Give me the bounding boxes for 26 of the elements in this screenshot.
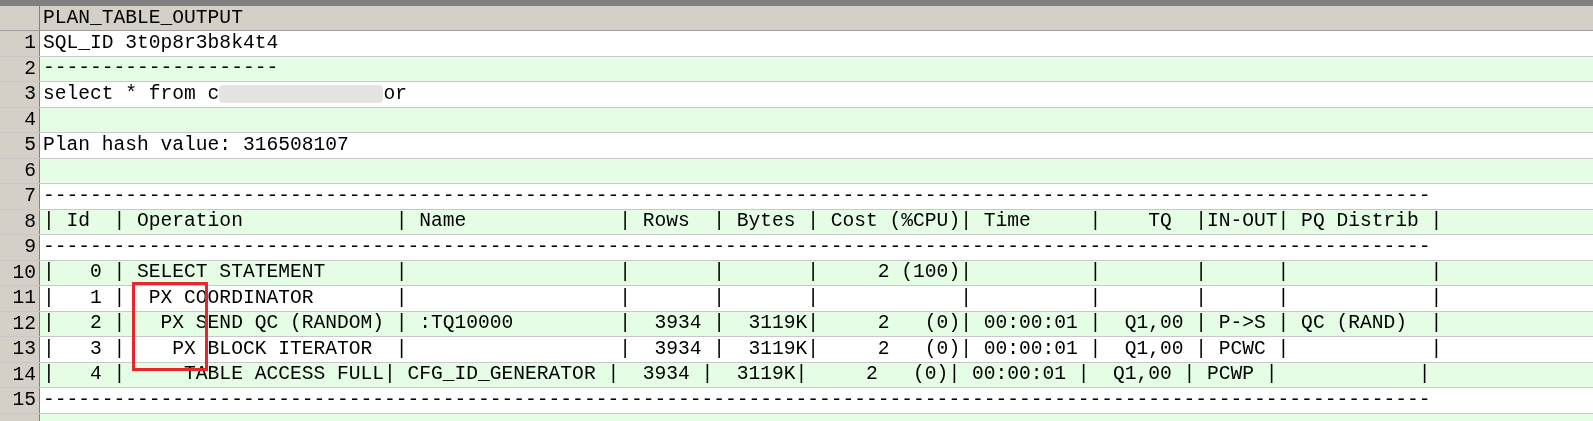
output-line: | 0 | SELECT STATEMENT | | | | 2 (100)| | | | | xyxy=(43,260,1443,286)
row-number: 10 xyxy=(0,260,40,285)
output-line: SQL_ID 3t0p8r3b8k4t4 xyxy=(43,30,279,56)
output-line: or xyxy=(383,81,407,107)
output-line: ---------------------------------------------------------------------------------------------------------------------- xyxy=(43,234,1431,260)
row-number: 11 xyxy=(0,286,40,311)
output-line: ---------------------------------------------------------------------------------------------------------------------- xyxy=(43,183,1431,209)
output-line: Plan hash value: 316508107 xyxy=(43,132,349,158)
row-number: 8 xyxy=(0,209,40,234)
output-line: -------------------- xyxy=(43,56,279,82)
output-line: | 3 | PX BLOCK ITERATOR | | 3934 | 3119K| 2 (0)| 00:00:01 | Q1,00 | PCWC | | xyxy=(43,336,1443,362)
row-number: 15 xyxy=(0,388,40,413)
row-number: 1 xyxy=(0,31,40,56)
output-line: | Id | Operation | Name | Rows | Bytes | Cost (%CPU)| Time | TQ |IN-OUT| PQ Distrib | xyxy=(43,209,1443,235)
row-number: 6 xyxy=(0,158,40,183)
row-number: 13 xyxy=(0,337,40,362)
row-number: 3 xyxy=(0,82,40,107)
row-number: 14 xyxy=(0,362,40,387)
row-number: 9 xyxy=(0,235,40,260)
row-number: 4 xyxy=(0,107,40,132)
output-line: select * from c xyxy=(43,81,220,107)
row-number: 7 xyxy=(0,184,40,209)
row-number: 12 xyxy=(0,311,40,336)
output-line: ---------------------------------------------------------------------------------------------------------------------- xyxy=(43,387,1431,413)
row-number: 2 xyxy=(0,56,40,81)
row-number: 5 xyxy=(0,133,40,158)
